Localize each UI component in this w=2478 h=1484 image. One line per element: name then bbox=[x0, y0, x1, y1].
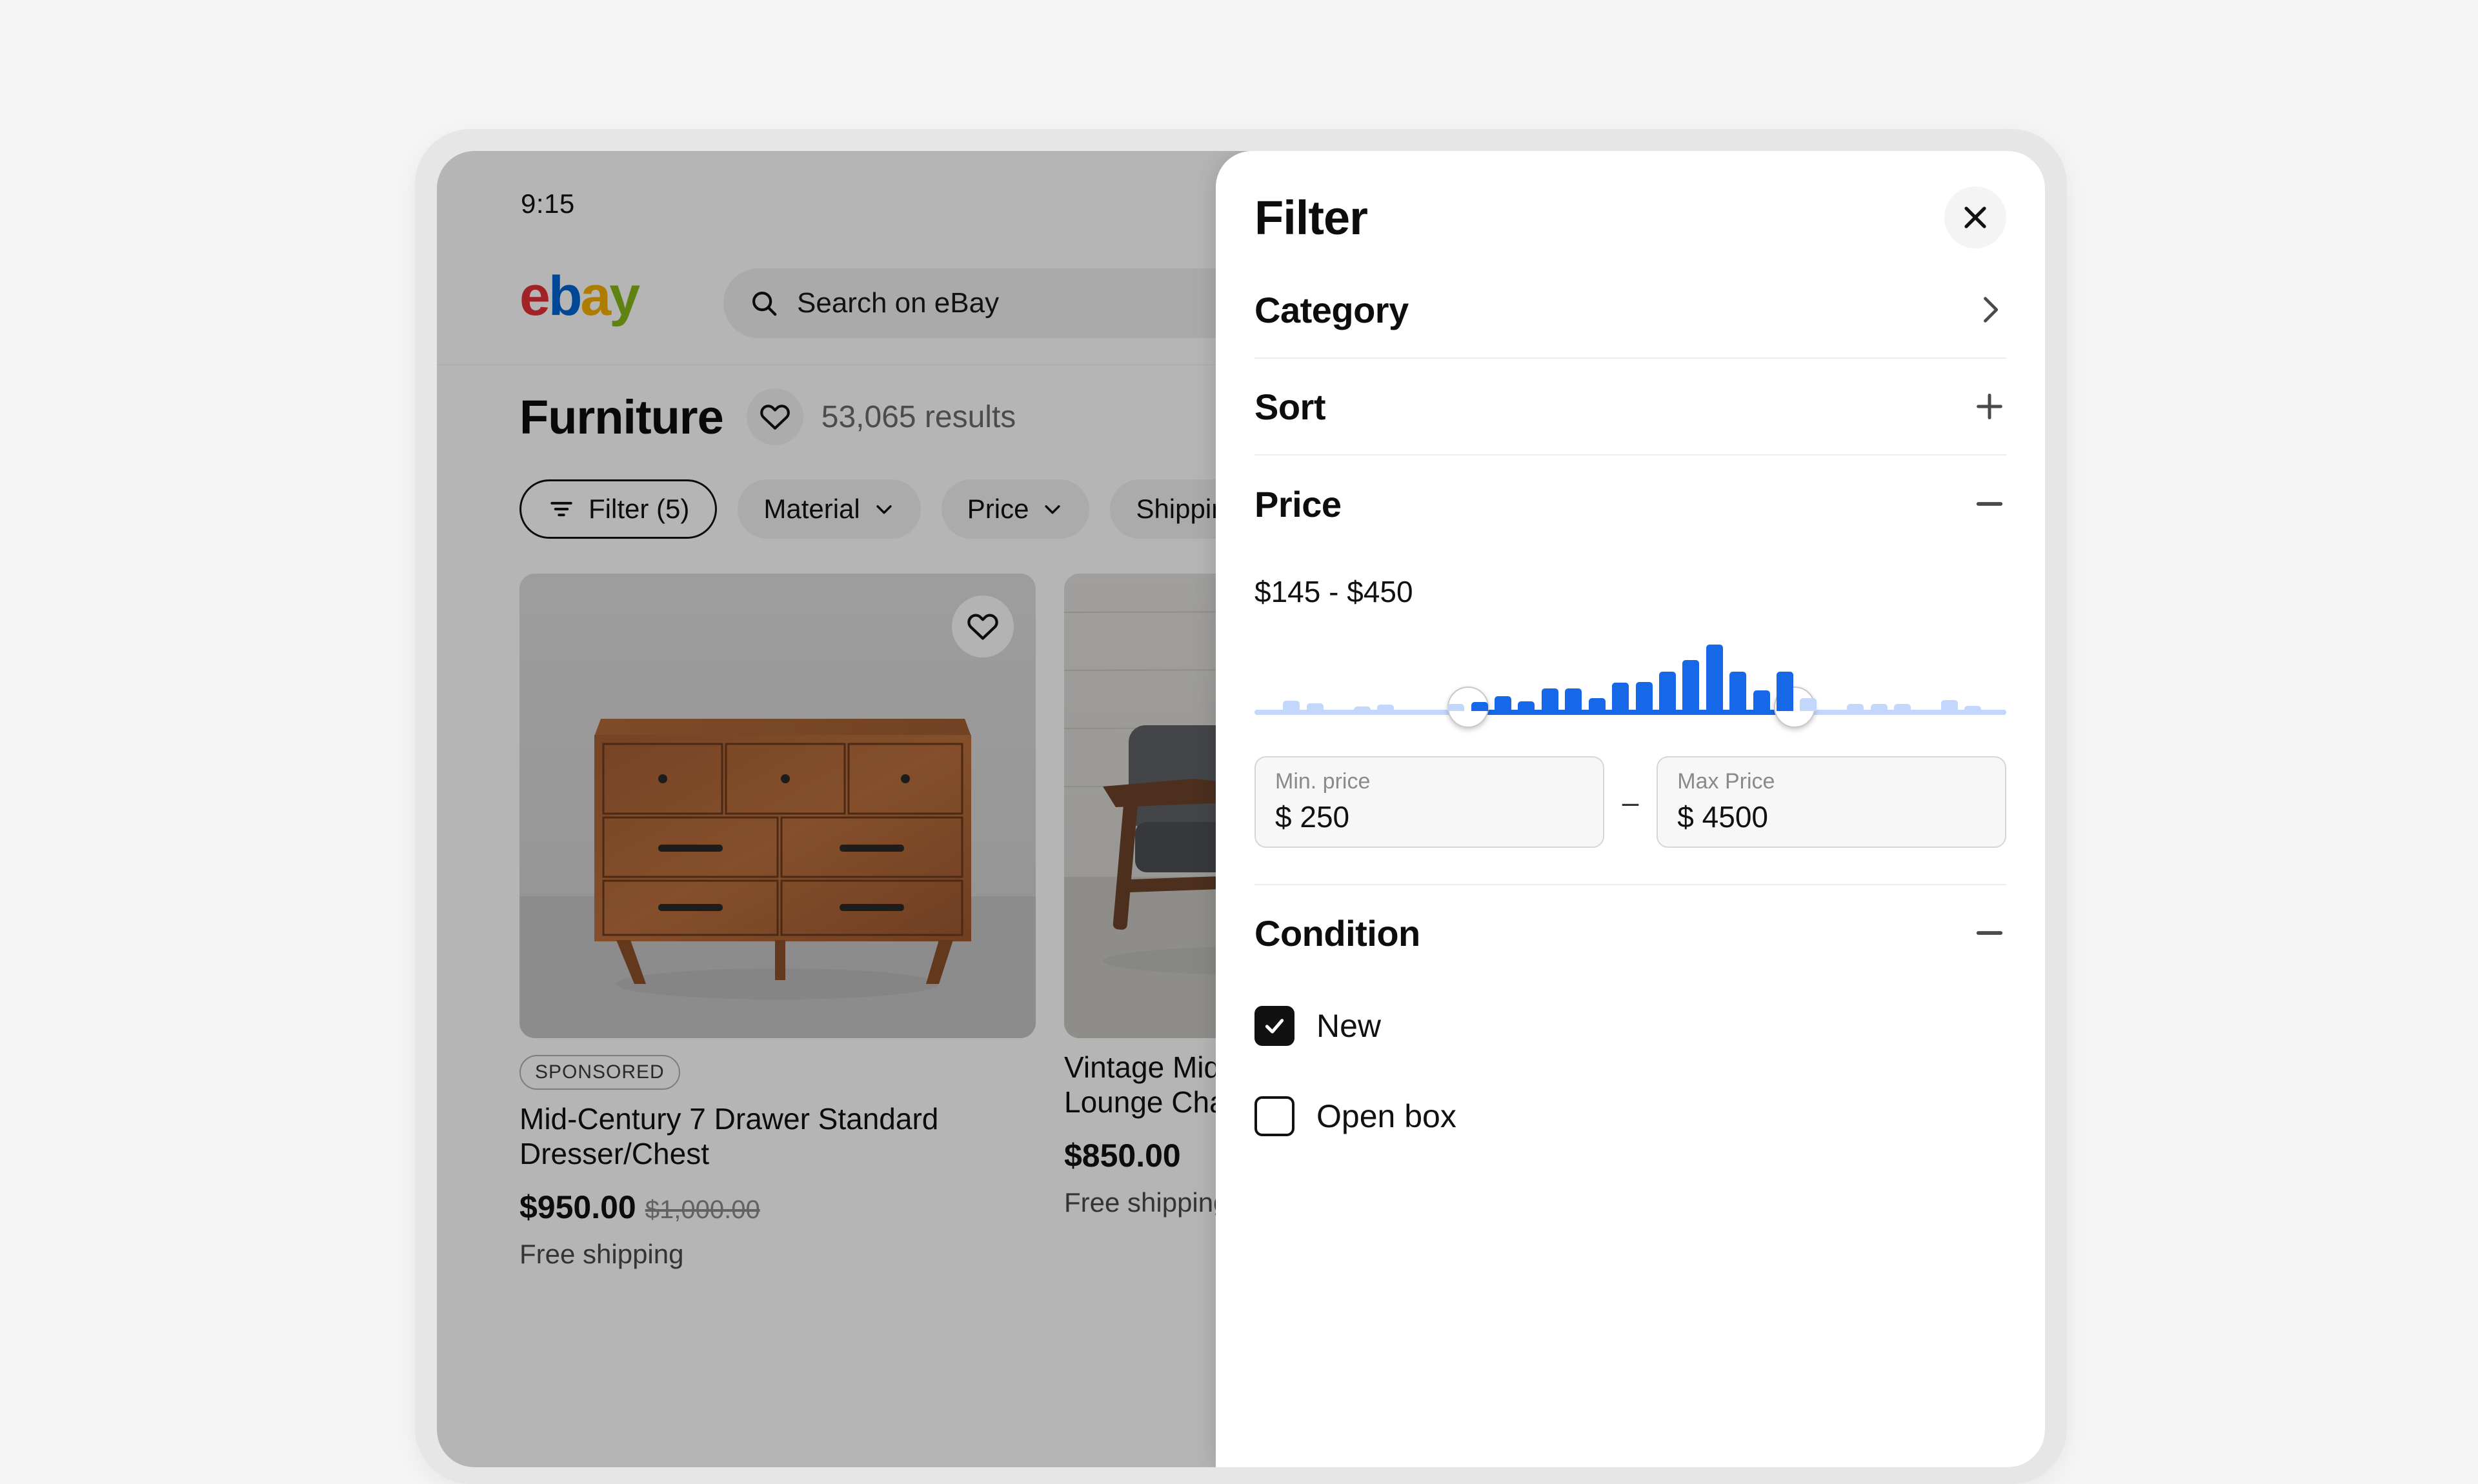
product-shipping: Free shipping bbox=[519, 1238, 684, 1269]
product-card[interactable]: SPONSORED Mid-Century 7 Drawer Standard … bbox=[519, 574, 1036, 1270]
section-sort-label: Sort bbox=[1254, 386, 1326, 427]
min-price-field[interactable]: Min. price $ 250 bbox=[1254, 756, 1604, 848]
chevron-down-icon bbox=[1045, 505, 1061, 514]
chip-filter-label: Filter (5) bbox=[589, 494, 690, 524]
histogram-bar bbox=[1847, 704, 1864, 711]
condition-new-label: New bbox=[1316, 1008, 1382, 1044]
filter-sheet: Filter Category Sort Price $145 - $450 M… bbox=[1216, 151, 2045, 1467]
product-price-original: $1,000.00 bbox=[645, 1195, 760, 1224]
histogram-bar bbox=[1635, 681, 1653, 711]
check-icon bbox=[1265, 1019, 1284, 1034]
product-price: $950.00 $1,000.00 bbox=[519, 1188, 1036, 1226]
sponsored-badge: SPONSORED bbox=[519, 1055, 680, 1090]
min-price-value: $ 250 bbox=[1275, 799, 1350, 834]
checkbox-open-box[interactable] bbox=[1254, 1096, 1294, 1136]
status-time: 9:15 bbox=[521, 188, 575, 219]
histogram-bar bbox=[1283, 701, 1300, 711]
ebay-logo-a: a bbox=[580, 265, 611, 327]
histogram-bar bbox=[1940, 700, 1958, 711]
favorite-button[interactable] bbox=[952, 596, 1014, 657]
section-sort[interactable]: Sort bbox=[1254, 359, 2006, 456]
condition-option-new[interactable]: New bbox=[1254, 981, 2006, 1071]
section-condition[interactable]: Condition bbox=[1254, 884, 2006, 981]
ebay-logo[interactable]: ebay bbox=[519, 265, 640, 327]
histogram-bar bbox=[1729, 672, 1747, 711]
histogram-bar bbox=[1565, 688, 1582, 711]
histogram-bar bbox=[1800, 698, 1817, 711]
filter-sheet-header: Filter bbox=[1254, 151, 2006, 262]
product-image bbox=[519, 574, 1036, 1038]
max-price-value: $ 4500 bbox=[1677, 799, 1768, 834]
chip-material[interactable]: Material bbox=[738, 479, 921, 539]
plus-icon bbox=[1977, 394, 2002, 419]
minus-icon bbox=[1976, 931, 2003, 935]
section-price[interactable]: Price bbox=[1254, 456, 2006, 552]
heart-icon bbox=[760, 405, 790, 430]
chevron-right-icon bbox=[1984, 297, 1999, 323]
checkbox-new[interactable] bbox=[1254, 1006, 1294, 1046]
histogram-bar bbox=[1588, 698, 1606, 711]
section-category-label: Category bbox=[1254, 289, 1409, 330]
histogram-bar bbox=[1706, 644, 1723, 711]
heart-icon bbox=[967, 614, 998, 640]
section-price-label: Price bbox=[1254, 483, 1342, 525]
phone-screen: 9:15 ebay Search on eBay Furniture 53,06… bbox=[437, 151, 2045, 1467]
histogram-bar bbox=[1377, 705, 1395, 711]
histogram-bar bbox=[1541, 688, 1558, 711]
histogram-bar bbox=[1870, 704, 1888, 711]
price-filter-body: $145 - $450 Min. price $ 250 – Max Price bbox=[1254, 552, 2006, 848]
product-price-current: $850.00 bbox=[1064, 1137, 1181, 1174]
filter-lines-icon bbox=[550, 501, 572, 517]
histogram-bar bbox=[1353, 707, 1371, 711]
page-title: Furniture bbox=[519, 390, 724, 444]
histogram-bar bbox=[1964, 706, 1982, 711]
histogram-bar bbox=[1776, 672, 1793, 711]
histogram-bar bbox=[1495, 696, 1512, 711]
min-price-label: Min. price bbox=[1275, 769, 1371, 794]
histogram-bar bbox=[1612, 682, 1629, 711]
histogram-bar bbox=[1893, 704, 1911, 711]
histogram-bar bbox=[1682, 660, 1700, 711]
search-icon bbox=[752, 291, 777, 316]
price-range-text: $145 - $450 bbox=[1254, 575, 1413, 608]
ebay-logo-y: y bbox=[609, 265, 640, 327]
condition-open-box-label: Open box bbox=[1316, 1098, 1456, 1134]
search-placeholder: Search on eBay bbox=[797, 287, 1000, 319]
max-price-field[interactable]: Max Price $ 4500 bbox=[1657, 756, 2006, 848]
histogram-bar bbox=[1471, 702, 1488, 711]
chip-price-label: Price bbox=[967, 494, 1029, 524]
product-title: Mid-Century 7 Drawer Standard Dresser/Ch… bbox=[519, 1102, 939, 1171]
histogram-bar bbox=[1753, 690, 1770, 711]
condition-option-open-box[interactable]: Open box bbox=[1254, 1071, 2006, 1161]
product-price-current: $950.00 bbox=[519, 1188, 636, 1225]
chip-material-label: Material bbox=[763, 494, 860, 524]
chip-filter[interactable]: Filter (5) bbox=[519, 479, 718, 539]
range-separator: – bbox=[1622, 785, 1639, 819]
histogram-bar bbox=[1447, 704, 1465, 711]
ebay-logo-e: e bbox=[519, 265, 550, 327]
filter-sheet-title: Filter bbox=[1254, 190, 1368, 245]
histogram-bar bbox=[1658, 672, 1676, 711]
chip-price[interactable]: Price bbox=[941, 479, 1090, 539]
histogram-bar bbox=[1518, 701, 1535, 711]
results-count: 53,065 results bbox=[821, 399, 1016, 434]
close-icon bbox=[1964, 206, 1986, 228]
save-search-button[interactable] bbox=[746, 388, 803, 445]
phone-frame: 9:15 ebay Search on eBay Furniture 53,06… bbox=[415, 129, 2067, 1484]
chevron-down-icon bbox=[876, 505, 892, 514]
close-button[interactable] bbox=[1944, 186, 2006, 248]
price-inputs-row: Min. price $ 250 – Max Price $ 4500 bbox=[1254, 756, 2006, 848]
minus-icon bbox=[1976, 502, 2003, 506]
section-condition-label: Condition bbox=[1254, 912, 1420, 954]
section-category[interactable]: Category bbox=[1254, 262, 2006, 359]
price-histogram[interactable] bbox=[1254, 637, 2006, 728]
max-price-label: Max Price bbox=[1677, 769, 1775, 794]
histogram-bar bbox=[1306, 703, 1324, 711]
ebay-logo-b: b bbox=[548, 265, 583, 327]
